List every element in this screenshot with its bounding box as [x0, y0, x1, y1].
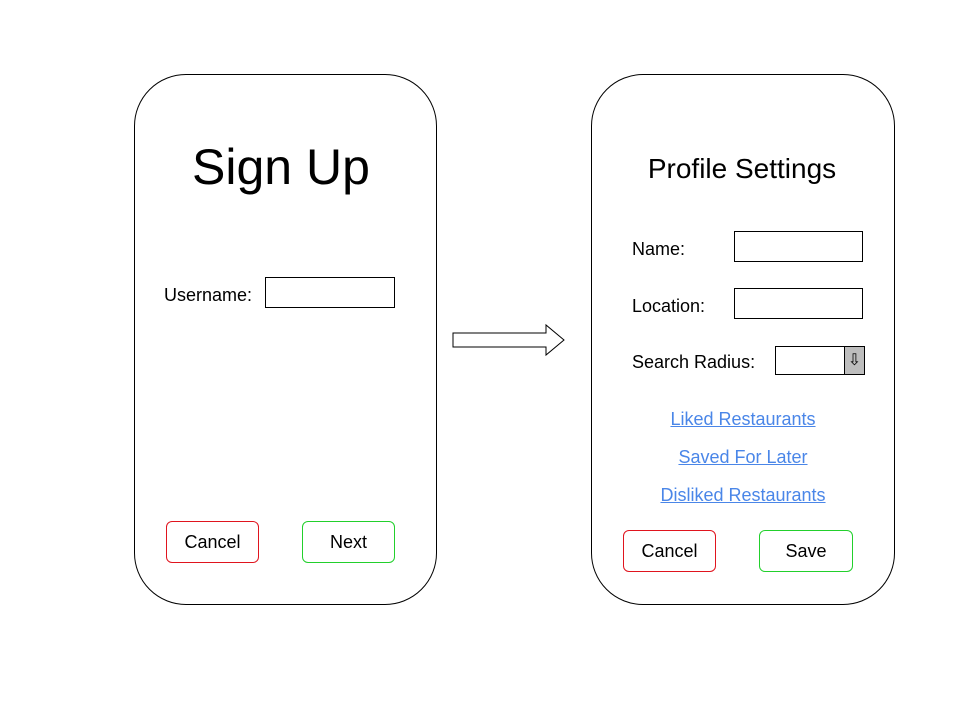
right-arrow-icon: [452, 323, 565, 357]
username-input[interactable]: [265, 277, 395, 308]
profile-title: Profile Settings: [647, 153, 837, 184]
search-radius-dropdown[interactable]: ⇩: [775, 346, 865, 375]
name-input[interactable]: [734, 231, 863, 262]
location-input[interactable]: [734, 288, 863, 319]
wireframe-canvas: Sign Up Username: Cancel Next Profile Se…: [0, 0, 960, 720]
disliked-restaurants-link[interactable]: Disliked Restaurants: [660, 486, 825, 504]
saved-for-later-link[interactable]: Saved For Later: [678, 448, 807, 466]
search-radius-label: Search Radius:: [632, 352, 756, 372]
down-arrow-icon[interactable]: ⇩: [844, 347, 864, 374]
profile-cancel-button[interactable]: Cancel: [623, 530, 716, 572]
username-label: Username:: [164, 285, 253, 305]
location-label: Location:: [632, 296, 706, 316]
name-label: Name:: [632, 239, 686, 259]
profile-save-button[interactable]: Save: [759, 530, 853, 572]
liked-restaurants-link[interactable]: Liked Restaurants: [670, 410, 815, 428]
signup-title: Sign Up: [192, 139, 370, 195]
signup-cancel-button[interactable]: Cancel: [166, 521, 259, 563]
signup-next-button[interactable]: Next: [302, 521, 395, 563]
